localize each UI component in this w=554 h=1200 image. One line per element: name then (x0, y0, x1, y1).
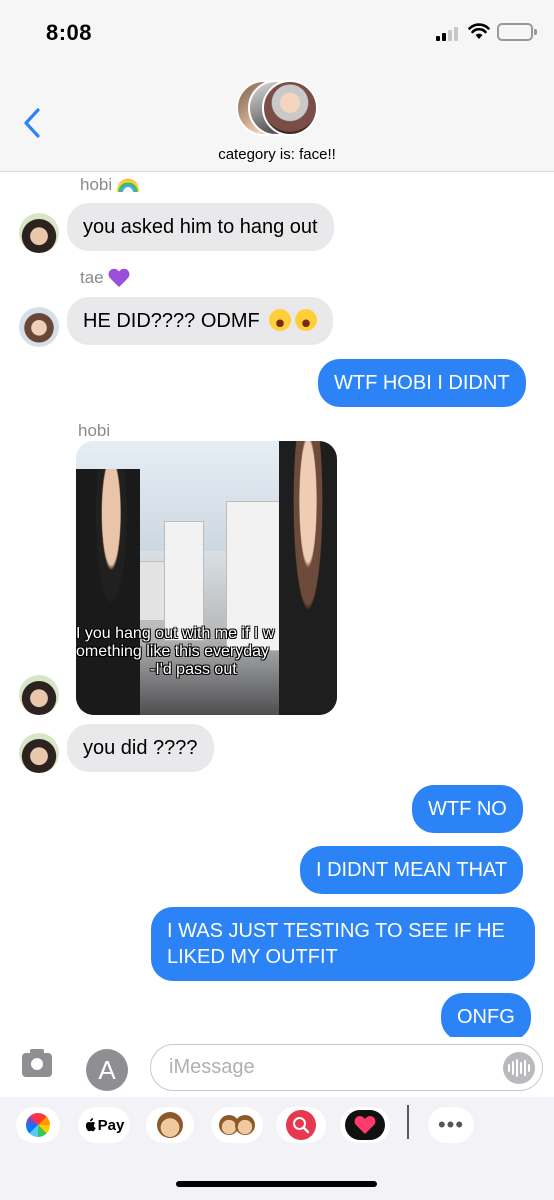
more-icon[interactable]: ••• (428, 1107, 474, 1143)
drawer-divider (407, 1105, 409, 1139)
outgoing-message-bubble[interactable]: WTF HOBI I DIDNT (318, 359, 526, 407)
photos-icon[interactable] (16, 1107, 60, 1143)
avatar[interactable] (19, 733, 59, 773)
memoji-stickers-icon[interactable] (211, 1107, 263, 1143)
laughing-emoji-icon (269, 308, 292, 331)
image-attachment[interactable]: I you hang out with me if I w omething l… (76, 441, 337, 715)
avatar[interactable] (19, 213, 59, 253)
laughing-emoji-icon (295, 308, 318, 331)
app-store-icon[interactable]: A (86, 1049, 128, 1091)
rainbow-emoji-icon (116, 179, 139, 193)
audio-waveform-icon[interactable] (503, 1052, 535, 1084)
message-list[interactable]: hobi you asked him to hang out tae HE DI… (0, 173, 554, 1037)
apple-logo-icon (85, 1118, 96, 1132)
apple-pay-icon[interactable]: Pay (78, 1107, 130, 1143)
camera-icon[interactable] (22, 1049, 52, 1077)
conversation-header: category is: face!! (0, 64, 554, 172)
image-caption-line: -I'd pass out (150, 661, 237, 678)
group-avatar-stack[interactable] (236, 80, 320, 136)
sender-label: hobi (80, 175, 139, 195)
home-indicator[interactable] (176, 1181, 377, 1187)
sender-label: hobi (78, 421, 111, 440)
outgoing-message-bubble[interactable]: WTF NO (412, 785, 523, 833)
avatar (262, 80, 318, 136)
compose-bar: A (0, 1037, 554, 1097)
chevron-left-icon[interactable] (20, 106, 48, 140)
image-caption-line: omething like this everyday (76, 643, 269, 660)
status-time: 8:08 (46, 20, 93, 45)
cellular-signal-icon (436, 25, 462, 41)
outgoing-message-bubble[interactable]: ONFG (441, 993, 531, 1037)
avatar[interactable] (19, 307, 59, 347)
avatar[interactable] (19, 675, 59, 715)
monkey-memoji-icon[interactable] (146, 1107, 194, 1143)
group-name[interactable]: category is: face!! (0, 146, 554, 163)
incoming-message-bubble[interactable]: you asked him to hang out (67, 203, 334, 251)
digital-touch-icon[interactable] (340, 1107, 390, 1143)
status-bar: 8:08 (0, 0, 554, 64)
outgoing-message-bubble[interactable]: I WAS JUST TESTING TO SEE IF HE LIKED MY… (151, 907, 535, 981)
incoming-message-bubble[interactable]: you did ???? (67, 724, 214, 772)
wifi-icon (468, 23, 490, 39)
image-caption-line: I you hang out with me if I w (76, 625, 275, 642)
purple-heart-emoji-icon (108, 269, 130, 289)
sender-label: tae (80, 268, 130, 289)
app-drawer: Pay ••• (0, 1097, 554, 1200)
outgoing-message-bubble[interactable]: I DIDNT MEAN THAT (300, 846, 524, 894)
incoming-message-bubble[interactable]: HE DID???? ODMF (67, 297, 334, 345)
battery-icon (497, 23, 537, 41)
message-input[interactable] (150, 1044, 543, 1091)
search-images-icon[interactable] (276, 1107, 326, 1143)
